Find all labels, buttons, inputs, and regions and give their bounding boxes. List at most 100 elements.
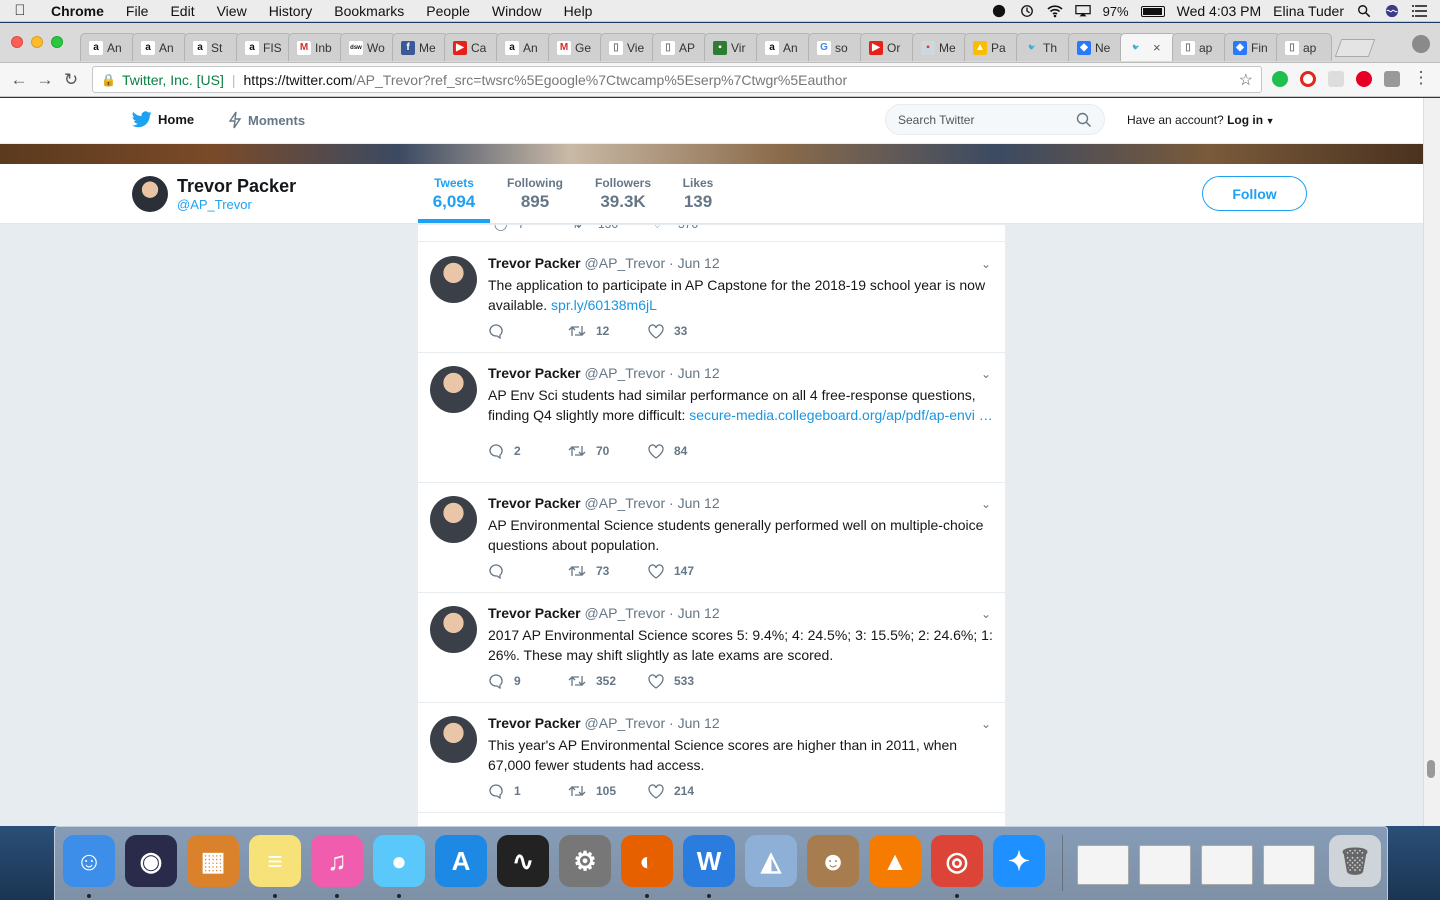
reply-icon[interactable]: ◯ [494,225,507,231]
reply-button[interactable]: 2 [488,443,568,459]
tweet-author-handle[interactable]: @AP_Trevor [585,495,666,511]
page-scrollbar[interactable] [1423,98,1440,826]
bookmark-star-icon[interactable]: ☆ [1239,70,1253,90]
browser-tab[interactable]: Gso [808,33,864,61]
reload-icon[interactable]: ↻ [58,70,84,90]
tweet-link[interactable]: spr.ly/60138m6jL [551,297,657,313]
spotlight-search-icon[interactable] [1356,4,1372,18]
browser-tab[interactable]: a St [184,33,240,61]
retweet-icon[interactable]: ⇅ [572,225,582,231]
tweet[interactable]: Trevor Packer @AP_Trevor · Jun 12 ⌄ 2017 A… [418,593,1005,703]
reply-button[interactable]: 1 [488,783,568,799]
tweet[interactable]: Trevor Packer @AP_Trevor · Jun 12 ⌄ This y… [418,703,1005,813]
profile-avatar[interactable] [132,176,168,212]
vlc-icon[interactable]: ▲ [869,835,921,887]
minimized-word-window-3[interactable] [1201,845,1253,885]
browser-tab[interactable]: ▯ ap [1172,33,1228,61]
tweet-avatar[interactable] [430,366,477,413]
browser-tab[interactable]: ▶ Or [860,33,916,61]
extension-icon[interactable] [1328,71,1344,87]
stat-followers[interactable]: Followers 39.3K [588,176,658,212]
site-identity[interactable]: Twitter, Inc. [US] [122,72,224,88]
tweet-date[interactable]: · Jun 12 [669,605,720,621]
profile-name[interactable]: Trevor Packer [177,176,296,197]
nav-moments[interactable]: Moments [228,111,305,129]
like-button[interactable]: 84 [648,443,728,459]
safari-icon[interactable]: ✦ [993,835,1045,887]
retweet-button[interactable]: 70 [568,443,648,459]
menu-edit[interactable]: Edit [159,3,205,19]
notes-icon[interactable]: ≡ [249,835,301,887]
close-tab-icon[interactable]: × [1153,40,1161,55]
tweet-avatar[interactable] [430,716,477,763]
fullscreen-window-button[interactable] [51,36,63,48]
browser-tab[interactable]: dsw Wo [340,33,396,61]
tweet-date[interactable]: · Jun 12 [669,495,720,511]
like-button[interactable]: 147 [648,563,728,579]
stat-following[interactable]: Following 895 [500,176,570,212]
browser-tab[interactable]: ▪ Me [912,33,968,61]
login-link[interactable]: Log in [1227,113,1263,127]
minimize-window-button[interactable] [31,36,43,48]
tweet-avatar[interactable] [430,496,477,543]
stat-tweets[interactable]: Tweets 6,094 [418,176,490,212]
profile-handle[interactable]: @AP_Trevor [177,197,252,212]
evernote-icon[interactable] [991,4,1007,18]
url-host[interactable]: https://twitter.com [244,72,353,88]
system-preferences-icon[interactable]: ⚙ [559,835,611,887]
like-button[interactable]: 214 [648,783,728,799]
minimized-word-window-1[interactable] [1077,845,1129,885]
lock-icon[interactable]: 🔒 [101,73,116,87]
forward-arrow-icon[interactable]: → [32,70,58,90]
pinterest-extension-icon[interactable] [1356,71,1372,87]
menu-help[interactable]: Help [553,3,604,19]
chevron-down-icon[interactable]: ⌄ [981,367,991,381]
time-machine-icon[interactable] [1019,4,1035,18]
messages-icon[interactable]: ● [373,835,425,887]
tab-active[interactable]: 🐦 × [1120,33,1176,61]
heart-icon[interactable]: ♡ [652,225,663,231]
nav-home[interactable]: Home [132,111,194,128]
menu-window[interactable]: Window [481,3,553,19]
wifi-icon[interactable] [1047,4,1063,18]
back-arrow-icon[interactable]: ← [6,70,32,90]
browser-tab[interactable]: ▶ Ca [444,33,500,61]
tweet-link[interactable]: secure-media.collegeboard.org/ap/pdf/ap-… [689,407,993,423]
opera-extension-icon[interactable] [1300,71,1316,87]
browser-tab[interactable]: ▯ AP [652,33,708,61]
tweet-author-handle[interactable]: @AP_Trevor [585,715,666,731]
stat-likes[interactable]: Likes 139 [674,176,722,212]
trash-icon[interactable]: 🗑 [1329,835,1381,887]
tweet-date[interactable]: · Jun 12 [669,715,720,731]
menu-file[interactable]: File [115,3,160,19]
menu-people[interactable]: People [415,3,481,19]
clock[interactable]: Wed 4:03 PM [1177,3,1262,19]
airplay-icon[interactable] [1074,4,1091,18]
chrome-profile-icon[interactable] [1412,35,1430,53]
tweet[interactable]: Trevor Packer @AP_Trevor · Jun 12 ⌄ AP Env… [418,353,1005,483]
browser-tab[interactable]: ◆ Fin [1224,33,1280,61]
browser-tab[interactable]: a An [80,33,136,61]
browser-tab[interactable]: ▯ Vie [600,33,656,61]
browser-tab[interactable]: f Me [392,33,448,61]
tweet-avatar[interactable] [430,256,477,303]
firefox-icon[interactable]: ◐ [621,835,673,887]
browser-tab[interactable]: a An [132,33,188,61]
browser-tab[interactable]: 🐦 Th [1016,33,1072,61]
extension-icon-2[interactable] [1384,71,1400,87]
calculator-icon[interactable]: ▦ [187,835,239,887]
siri-icon[interactable]: ◉ [125,835,177,887]
siri-menu-icon[interactable] [1384,4,1400,18]
browser-tab[interactable]: M Inb [288,33,344,61]
tweet-author-name[interactable]: Trevor Packer [488,495,581,511]
app-store-icon[interactable]: A [435,835,487,887]
chevron-down-icon[interactable]: ⌄ [981,497,991,511]
itunes-icon[interactable]: ♫ [311,835,363,887]
address-bar[interactable]: 🔒 Twitter, Inc. [US] | https://twitter.c… [92,66,1262,93]
reply-button[interactable]: 9 [488,673,568,689]
preview-icon[interactable]: ◭ [745,835,797,887]
scrollbar-thumb[interactable] [1427,760,1435,778]
user-name[interactable]: Elina Tuder [1273,3,1344,19]
tweet-author-handle[interactable]: @AP_Trevor [585,255,666,271]
search-icon[interactable] [1076,112,1092,128]
